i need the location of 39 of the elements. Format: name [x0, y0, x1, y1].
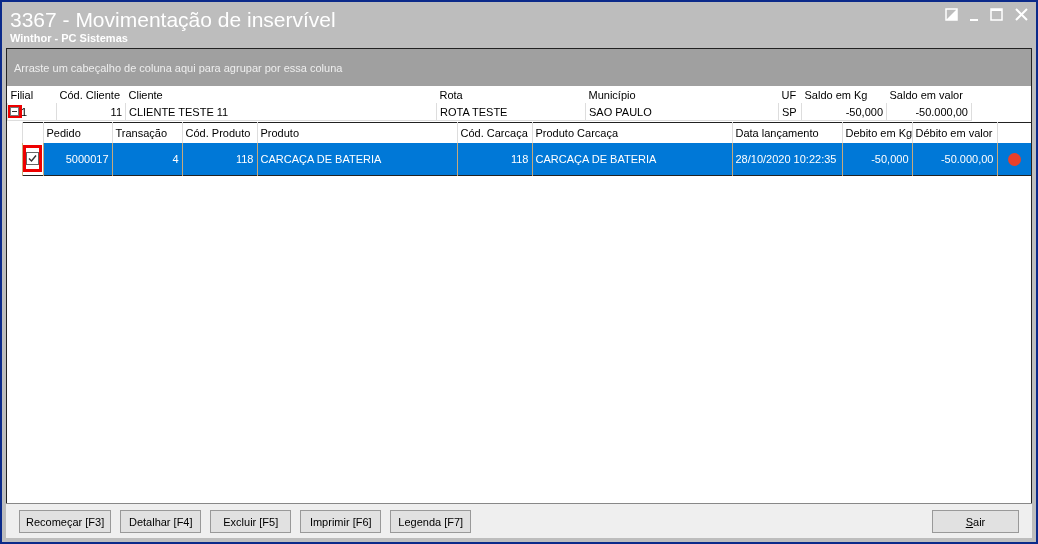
toolbar-button[interactable]: Excluir [F5] — [210, 510, 292, 533]
close-icon[interactable] — [1015, 8, 1028, 21]
checkbox[interactable] — [26, 151, 39, 165]
table-cell: -50.000,00 — [915, 105, 968, 118]
table-cell: -50,000 — [871, 153, 909, 165]
column-header[interactable]: Saldo em valor — [886, 86, 972, 103]
table-cell: 118 — [235, 153, 254, 165]
toolbar-button[interactable]: Legenda [F7] — [390, 510, 472, 533]
table-cell: 28/10/2020 10:22:35 — [735, 153, 837, 165]
maximize-icon[interactable] — [990, 8, 1003, 21]
table-cell: 5000017 — [65, 153, 109, 165]
window-title: 3367 - Movimentação de inservível — [10, 8, 336, 32]
toolbar-button[interactable]: Recomeçar [F3] — [19, 510, 112, 533]
column-header[interactable]: Saldo em Kg — [801, 86, 887, 103]
group-panel-hint: Arraste um cabeçalho de coluna aqui para agrupar por essa coluna — [14, 61, 343, 74]
table-cell: 1 — [21, 105, 28, 118]
column-header[interactable]: Rota — [436, 86, 586, 103]
table-cell: -50,000 — [845, 105, 883, 118]
table-cell: 118 — [510, 153, 529, 165]
collapse-toggle[interactable] — [10, 106, 19, 116]
table-cell: ROTA TESTE — [440, 105, 508, 118]
table-cell: SP — [782, 105, 797, 118]
column-header[interactable]: Cliente — [125, 86, 437, 103]
restore-icon[interactable] — [945, 8, 958, 21]
toolbar-button[interactable]: Sair — [932, 510, 1019, 533]
toolbar-button[interactable]: Detalhar [F4] — [120, 510, 202, 533]
table-cell: -50.000,00 — [940, 153, 994, 165]
table-cell: SAO PAULO — [589, 105, 652, 118]
table-cell: 4 — [172, 153, 179, 165]
table-cell: CARCAÇA DE BATERIA — [535, 153, 657, 165]
column-header[interactable]: Cód. Cliente — [56, 86, 126, 103]
table-cell: 11 — [110, 105, 122, 118]
column-header[interactable]: Município — [585, 86, 779, 103]
column-header[interactable]: UF — [778, 86, 802, 103]
column-header[interactable]: Filial — [7, 86, 57, 103]
toolbar-button[interactable]: Imprimir [F6] — [300, 510, 382, 533]
window-subtitle: Winthor - PC Sistemas — [10, 32, 129, 44]
table-cell: CLIENTE TESTE 11 — [129, 105, 229, 118]
table-cell: CARCAÇA DE BATERIA — [260, 153, 382, 165]
